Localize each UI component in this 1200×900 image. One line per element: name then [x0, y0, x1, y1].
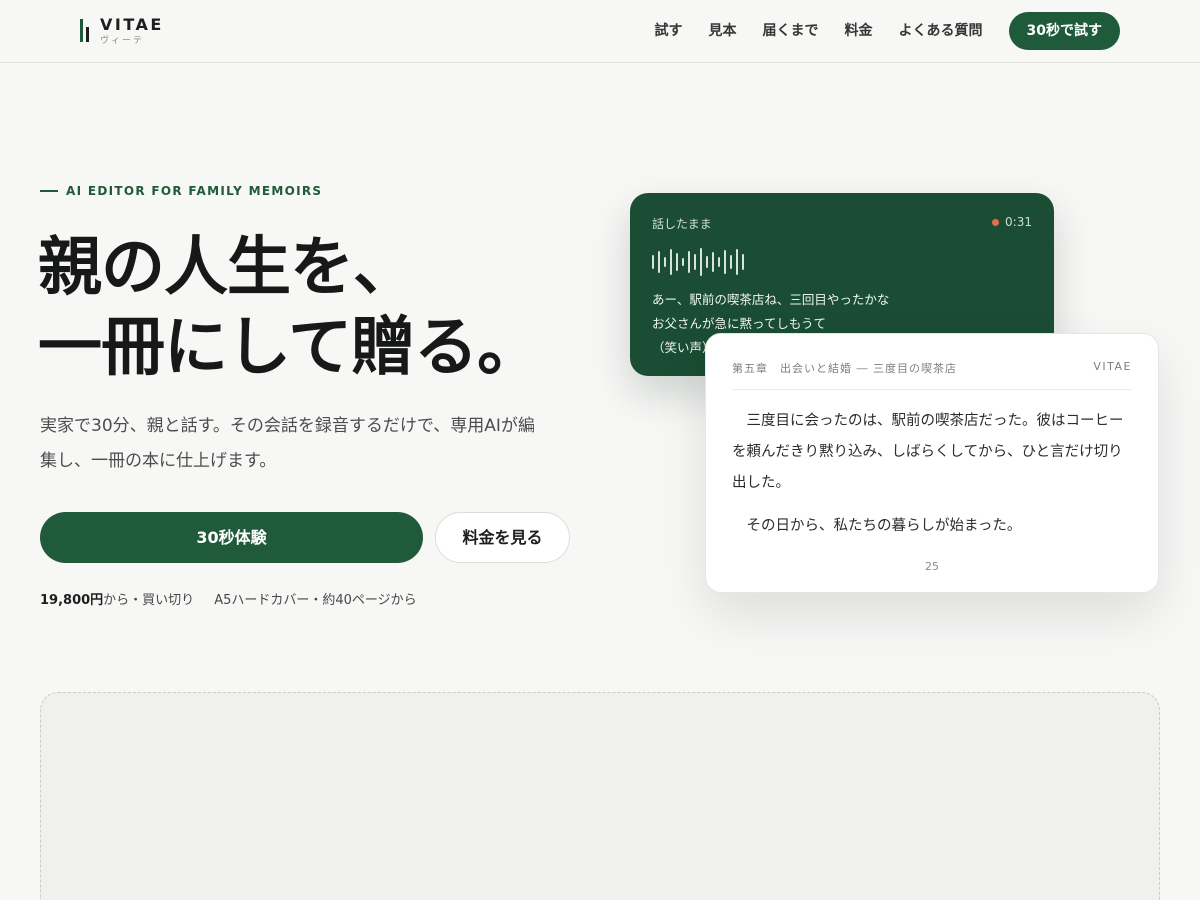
page-paragraph: 三度目に会ったのは、駅前の喫茶店だった。彼はコーヒーを頼んだきり黙り込み、しばら… — [732, 413, 1124, 491]
price-info: 19,800円から・買い切り — [40, 589, 194, 608]
page-paragraph: その日から、私たちの暮らしが始まった。 — [746, 518, 1022, 534]
logo-name: VITAE — [100, 15, 164, 34]
page-chapter: 第五章 出会いと結婚 ― 三度目の喫茶店 — [732, 362, 957, 375]
nav-link-pricing[interactable]: 料金 — [845, 12, 873, 50]
page-brand: VITAE — [1093, 360, 1132, 373]
hero-eyebrow: AI EDITOR FOR FAMILY MEMOIRS — [40, 184, 322, 198]
page-header: 第五章 出会いと結婚 ― 三度目の喫茶店 VITAE — [732, 360, 1132, 390]
nav-link-try[interactable]: 試す — [655, 12, 683, 50]
nav-link-faq[interactable]: よくある質問 — [899, 12, 983, 50]
recording-label: 話したまま — [652, 217, 712, 231]
logo-kana: ヴィーテ — [100, 36, 145, 46]
page-body: 三度目に会ったのは、駅前の喫茶店だった。彼はコーヒーを頼んだきり黙り込み、しばら… — [732, 406, 1134, 542]
site-header: VITAE ヴィーテ 試す 見本 届くまで 料金 よくある質問 30秒で試す — [0, 0, 1200, 63]
header-cta-button[interactable]: 30秒で試す — [1008, 12, 1120, 50]
view-pricing-button[interactable]: 料金を見る — [435, 512, 570, 563]
recording-timer: 0:31 — [992, 215, 1032, 229]
logo-mark-icon — [80, 19, 92, 43]
nav-link-delivery[interactable]: 届くまで — [763, 12, 819, 50]
price-suffix: から・買い切り — [103, 593, 195, 608]
book-page-card: 第五章 出会いと結婚 ― 三度目の喫茶店 VITAE 三度目に会ったのは、駅前の… — [705, 333, 1159, 593]
main-nav: 試す 見本 届くまで 料金 よくある質問 30秒で試す — [655, 12, 1120, 50]
nav-link-sample[interactable]: 見本 — [709, 12, 737, 50]
headline-line-2: 一冊にして贈る。 — [38, 311, 541, 385]
recording-time: 0:31 — [1005, 215, 1032, 229]
hero-headline: 親の人生を、 一冊にして贈る。 — [38, 228, 598, 388]
headline-line-1: 親の人生を、 — [38, 231, 417, 305]
logo[interactable]: VITAE ヴィーテ — [80, 16, 164, 47]
hero-lead: 実家で30分、親と話す。その会話を録音するだけで、専用AIが編集し、一冊の本に仕… — [40, 416, 535, 471]
waveform-icon — [652, 247, 748, 277]
recording-dot-icon — [992, 218, 1000, 226]
media-placeholder — [40, 692, 1160, 900]
eyebrow-text: AI EDITOR FOR FAMILY MEMOIRS — [66, 184, 323, 198]
eyebrow-rule — [40, 190, 58, 192]
transcript-line: あー、駅前の喫茶店ね、三回目やったかな — [652, 292, 890, 307]
price-amount: 19,800円 — [40, 593, 104, 608]
try-30s-button[interactable]: 30秒体験 — [40, 512, 423, 563]
book-spec: A5ハードカバー・約40ページから — [214, 593, 417, 608]
price-meta: 19,800円から・買い切り A5ハードカバー・約40ページから — [40, 589, 417, 608]
page-number: 25 — [925, 560, 939, 573]
